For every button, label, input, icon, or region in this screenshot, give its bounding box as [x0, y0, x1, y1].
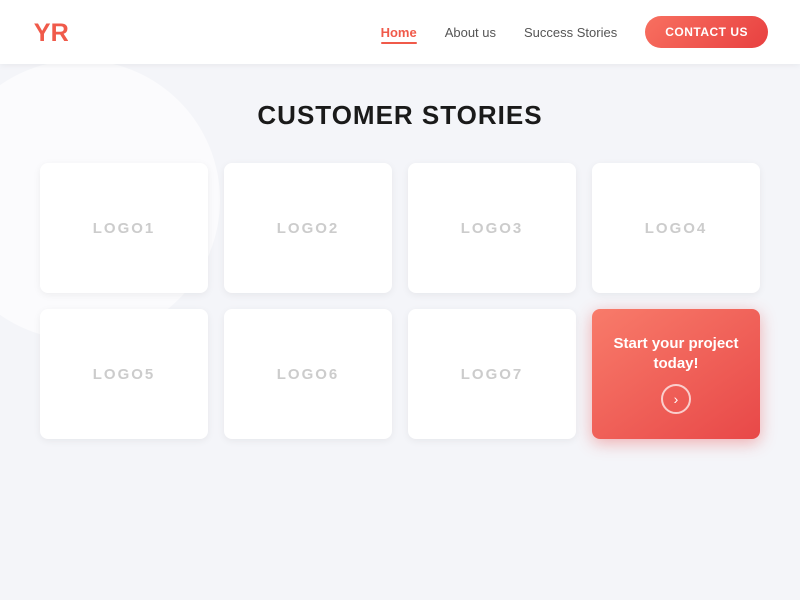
nav-link-home[interactable]: Home [381, 25, 417, 40]
cta-text: Start your project today! [592, 334, 760, 375]
logo-label-2: LOGO2 [277, 220, 340, 237]
logo-card-1[interactable]: LOGO1 [40, 163, 208, 293]
logo-label-5: LOGO5 [93, 366, 156, 383]
logo-label-4: LOGO4 [645, 220, 708, 237]
svg-text:YR: YR [34, 19, 68, 47]
logo-label-6: LOGO6 [277, 366, 340, 383]
logo-label-1: LOGO1 [93, 220, 156, 237]
logo-label-3: LOGO3 [461, 220, 524, 237]
logo-card-5[interactable]: LOGO5 [40, 309, 208, 439]
nav-link-about[interactable]: About us [445, 25, 496, 40]
cta-arrow-button[interactable]: › [661, 384, 691, 414]
logo: YR [32, 14, 68, 50]
page-title: CUSTOMER STORIES [257, 100, 542, 131]
cta-card[interactable]: Start your project today! › [592, 309, 760, 439]
page-wrapper: YR Home About us Success Stories CONTACT… [0, 0, 800, 600]
navbar: YR Home About us Success Stories CONTACT… [0, 0, 800, 64]
main-content: CUSTOMER STORIES LOGO1 LOGO2 LOGO3 LOGO4… [0, 64, 800, 600]
logo-grid: LOGO1 LOGO2 LOGO3 LOGO4 LOGO5 LOGO6 LOGO… [40, 163, 760, 439]
contact-us-button[interactable]: CONTACT US [645, 16, 768, 48]
logo-card-7[interactable]: LOGO7 [408, 309, 576, 439]
arrow-icon: › [674, 391, 679, 407]
logo-label-7: LOGO7 [461, 366, 524, 383]
logo-card-2[interactable]: LOGO2 [224, 163, 392, 293]
logo-card-4[interactable]: LOGO4 [592, 163, 760, 293]
logo-card-3[interactable]: LOGO3 [408, 163, 576, 293]
nav-link-success[interactable]: Success Stories [524, 25, 617, 40]
logo-card-6[interactable]: LOGO6 [224, 309, 392, 439]
nav-links: Home About us Success Stories CONTACT US [381, 16, 768, 48]
